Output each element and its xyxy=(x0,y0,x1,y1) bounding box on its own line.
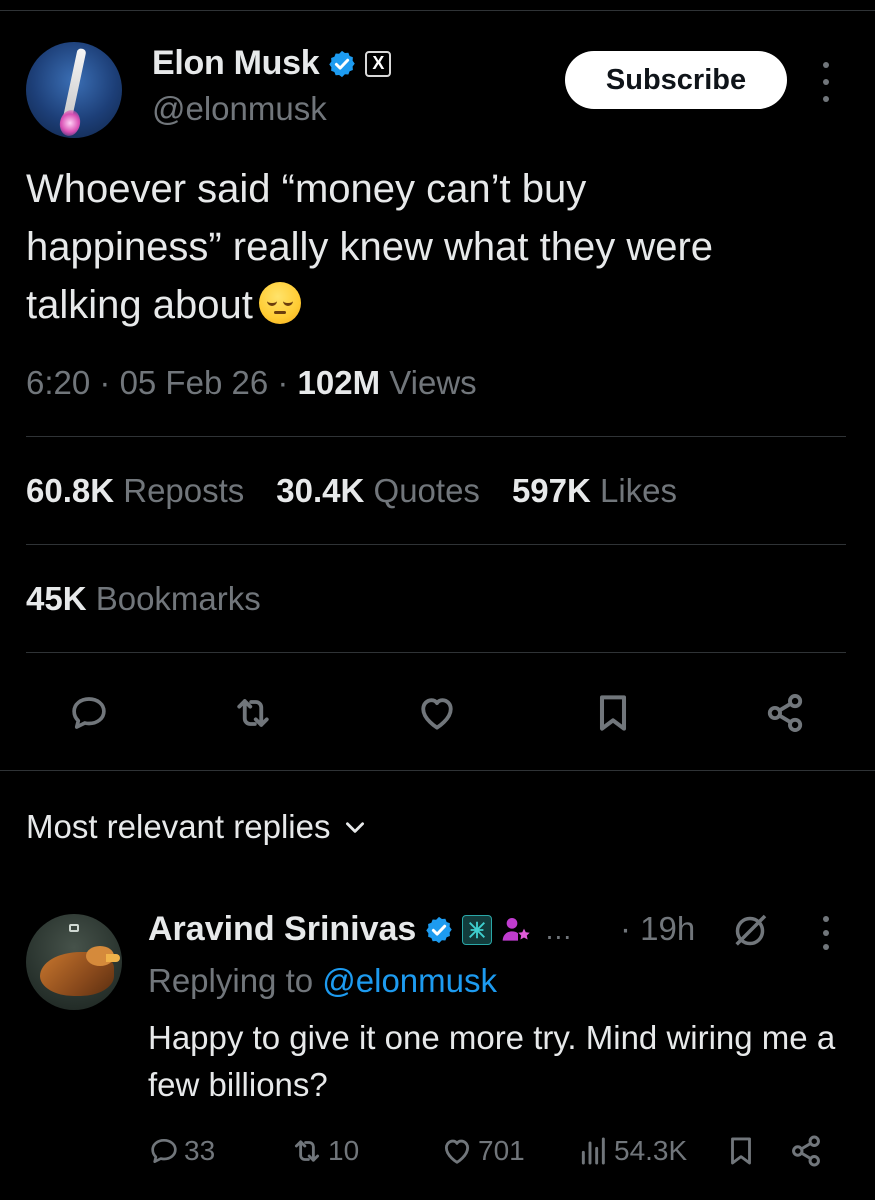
reply-repost-count: 10 xyxy=(328,1135,360,1166)
tweet-meta: 6:20 · 05 Feb 26 · 102M Views xyxy=(26,364,477,402)
like-icon xyxy=(444,1139,470,1164)
reply-more-options-icon[interactable] xyxy=(812,916,840,950)
meta-separator: · xyxy=(90,364,120,401)
verified-badge-icon xyxy=(426,916,453,943)
share-icon[interactable] xyxy=(762,690,808,736)
x-affiliation-badge-icon: X xyxy=(365,50,392,77)
reply-author-row: Aravind Srinivas … xyxy=(148,910,572,949)
chevron-down-icon xyxy=(346,822,365,833)
author-name-row: Elon Musk X xyxy=(152,44,392,83)
tweet-time[interactable]: 6:20 xyxy=(26,364,90,401)
reply-share-button[interactable] xyxy=(788,1128,824,1174)
reply-time[interactable]: · 19h xyxy=(620,910,695,948)
repost-icon xyxy=(294,1140,320,1162)
grok-icon[interactable] xyxy=(730,911,770,951)
tweet-text-content: Whoever said “money can’t buy happiness”… xyxy=(26,167,714,327)
views-count: 102M xyxy=(297,364,381,401)
meta-separator: · xyxy=(268,364,298,401)
subscribe-button[interactable]: Subscribe xyxy=(565,51,787,109)
author-avatar[interactable] xyxy=(26,42,122,138)
divider xyxy=(26,544,846,545)
likes-stat[interactable]: 597K Likes xyxy=(512,472,677,510)
reply-icon xyxy=(151,1139,177,1163)
reply-view-count: 54.3K xyxy=(614,1135,688,1166)
tweet-text: Whoever said “money can’t buy happiness”… xyxy=(26,160,846,334)
pensive-face-emoji-icon xyxy=(258,282,301,324)
reply-text: Happy to give it one more try. Mind wiri… xyxy=(148,1019,836,1103)
reply-icon[interactable] xyxy=(66,690,112,736)
rocket-flame xyxy=(57,108,83,138)
replying-to-mention[interactable]: @elonmusk xyxy=(322,962,497,999)
engagement-stats: 60.8K Reposts 30.4K Quotes 597K Likes xyxy=(26,472,677,510)
quotes-stat[interactable]: 30.4K Quotes xyxy=(276,472,480,510)
bookmarks-count: 45K xyxy=(26,580,87,617)
tweet-action-bar xyxy=(50,690,820,736)
reply-reply-button[interactable]: 33 xyxy=(148,1128,215,1174)
more-options-icon[interactable] xyxy=(812,62,840,102)
reposts-count: 60.8K xyxy=(26,472,115,509)
likes-label: Likes xyxy=(600,472,678,509)
author-name[interactable]: Elon Musk xyxy=(152,44,320,83)
bookmark-icon xyxy=(731,1137,751,1165)
like-icon[interactable] xyxy=(414,690,460,736)
divider xyxy=(26,652,846,653)
bookmarks-label: Bookmarks xyxy=(95,580,261,617)
repost-icon[interactable] xyxy=(230,690,276,736)
section-divider xyxy=(0,770,875,771)
views-label: Views xyxy=(389,364,477,401)
affiliation-logo-icon xyxy=(462,914,493,945)
reposts-label: Reposts xyxy=(123,472,245,509)
reposts-stat[interactable]: 60.8K Reposts xyxy=(26,472,244,510)
author-handle[interactable]: @elonmusk xyxy=(152,90,327,128)
avatar-logo-mark xyxy=(69,924,79,932)
reply-author-name[interactable]: Aravind Srinivas xyxy=(148,910,416,949)
views-chart-icon xyxy=(581,1137,605,1165)
quotes-label: Quotes xyxy=(373,472,480,509)
reply-bookmark-button[interactable] xyxy=(724,1128,758,1174)
replying-prefix: Replying to xyxy=(148,962,323,999)
tweet-date[interactable]: 05 Feb 26 xyxy=(120,364,269,401)
reply-repost-button[interactable]: 10 xyxy=(290,1128,359,1174)
reply-reply-count: 33 xyxy=(184,1135,216,1166)
badges-overflow: … xyxy=(544,913,573,945)
likes-count: 597K xyxy=(511,472,591,509)
reply-like-button[interactable]: 701 xyxy=(440,1128,525,1174)
divider xyxy=(26,436,846,437)
top-divider xyxy=(0,10,875,11)
replies-header-label: Most relevant replies xyxy=(26,808,331,845)
bookmark-icon[interactable] xyxy=(590,690,636,736)
reply-like-count: 701 xyxy=(478,1135,525,1166)
reply-author-avatar[interactable] xyxy=(26,914,122,1010)
person-star-icon xyxy=(503,917,531,941)
share-icon xyxy=(792,1135,820,1167)
verified-badge-icon xyxy=(329,50,356,77)
reply-views-button[interactable]: 54.3K xyxy=(578,1128,687,1174)
bookmarks-stat[interactable]: 45K Bookmarks xyxy=(26,580,261,618)
replying-to-line: Replying to @elonmusk xyxy=(148,962,497,1000)
reply-action-bar: 33 10 701 54.3K xyxy=(148,1128,848,1174)
replies-sort-dropdown[interactable]: Most relevant replies xyxy=(26,808,368,846)
quotes-count: 30.4K xyxy=(276,472,365,509)
